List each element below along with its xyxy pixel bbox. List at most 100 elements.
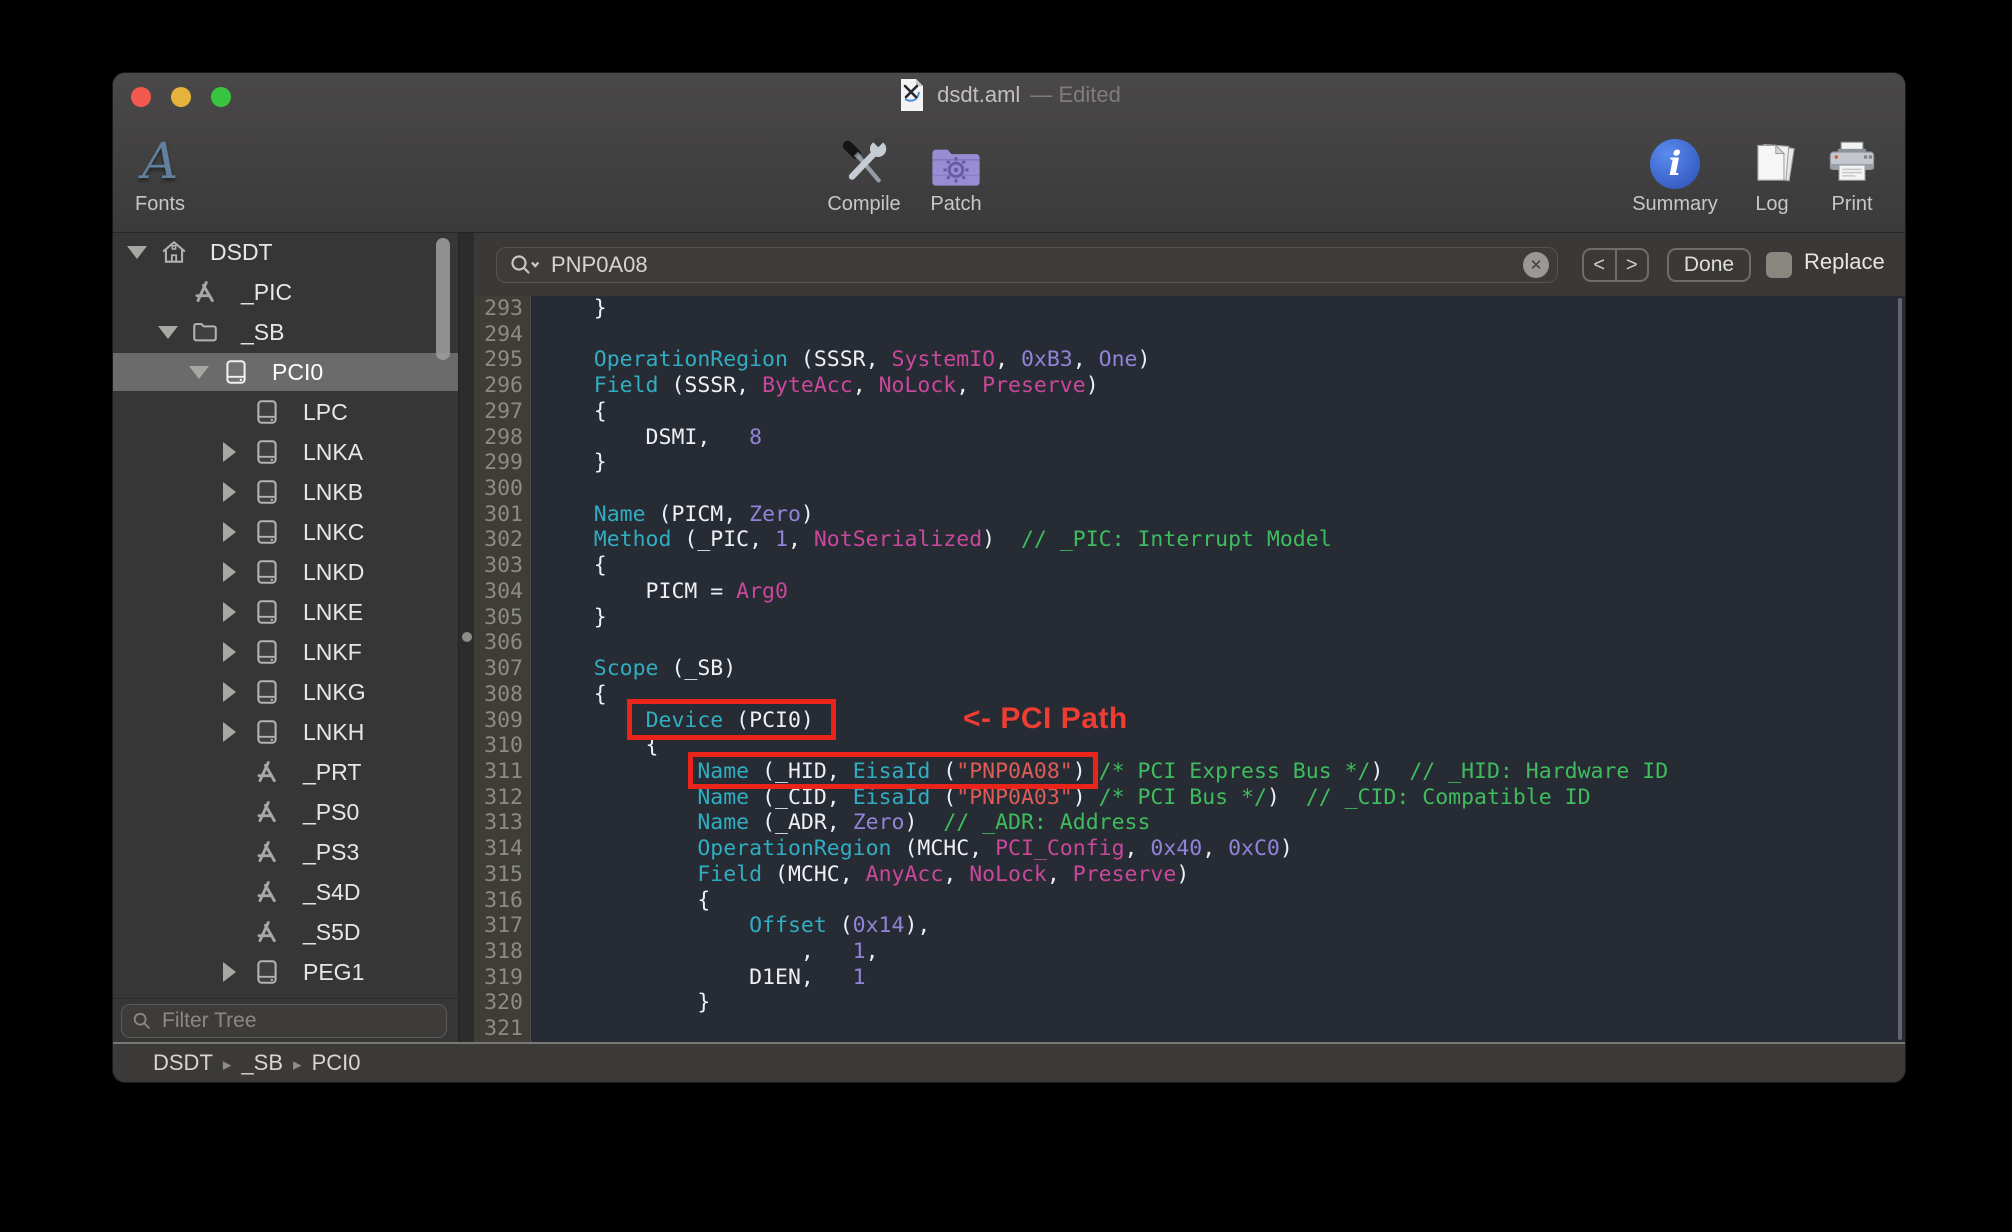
search-input[interactable]	[549, 251, 1523, 279]
code-line[interactable]: Name (_ADR, Zero) // _ADR: Address	[542, 810, 1905, 836]
sidebar-item-label: LNKG	[303, 673, 366, 711]
sidebar-item-lnkg[interactable]: LNKG	[113, 673, 458, 711]
code-line[interactable]: DSMI, 8	[542, 425, 1905, 451]
sidebar-item-pci0[interactable]: PCI0	[113, 353, 458, 391]
sidebar-item-pic[interactable]: _PIC	[113, 273, 458, 311]
code-line[interactable]: {	[542, 553, 1905, 579]
code-line[interactable]: Name (PICM, Zero)	[542, 502, 1905, 528]
disclosure-closed-triangle-icon[interactable]	[223, 962, 236, 982]
code-line[interactable]: }	[542, 990, 1905, 1016]
search-icon	[509, 253, 541, 277]
disclosure-closed-triangle-icon[interactable]	[223, 442, 236, 462]
sidebar-item-s5d[interactable]: _S5D	[113, 913, 458, 951]
sidebar-item-ps3[interactable]: _PS3	[113, 833, 458, 871]
code-line[interactable]: , 1,	[542, 939, 1905, 965]
filter-area	[113, 998, 458, 1043]
code-line[interactable]	[542, 1016, 1905, 1042]
code-line[interactable]: D1EN, 1	[542, 965, 1905, 991]
breadcrumb-item-sb[interactable]: _SB	[241, 1050, 283, 1075]
code-line[interactable]: Field (MCHC, AnyAcc, NoLock, Preserve)	[542, 862, 1905, 888]
line-number: 298	[474, 425, 530, 451]
disclosure-closed-triangle-icon[interactable]	[223, 602, 236, 622]
code-editor[interactable]: 2932942952962972982993003013023033043053…	[474, 296, 1905, 1042]
code-line[interactable]	[542, 630, 1905, 656]
sidebar-item-lpc[interactable]: LPC	[113, 393, 458, 431]
disclosure-open-triangle-icon[interactable]	[158, 326, 178, 339]
code-line[interactable]: Method (_PIC, 1, NotSerialized) // _PIC:…	[542, 527, 1905, 553]
code-line[interactable]	[542, 322, 1905, 348]
summary-button[interactable]: i Summary	[1620, 121, 1730, 216]
breadcrumb-item-dsdt[interactable]: DSDT	[153, 1050, 213, 1075]
disclosure-closed-triangle-icon[interactable]	[223, 522, 236, 542]
line-number: 303	[474, 553, 530, 579]
fonts-button[interactable]: A Fonts	[115, 121, 205, 216]
disclosure-closed-triangle-icon[interactable]	[223, 722, 236, 742]
method-icon	[253, 758, 281, 786]
line-number: 293	[474, 296, 530, 322]
fonts-label: Fonts	[115, 193, 205, 216]
line-number: 319	[474, 965, 530, 991]
compile-icon	[809, 121, 919, 189]
code-line[interactable]: }	[542, 450, 1905, 476]
print-button[interactable]: Print	[1807, 121, 1897, 216]
replace-checkbox[interactable]	[1766, 252, 1792, 278]
find-next-button[interactable]: >	[1617, 250, 1648, 280]
disclosure-open-triangle-icon[interactable]	[127, 246, 147, 259]
compile-button[interactable]: Compile	[809, 121, 919, 216]
sidebar-item-sb[interactable]: _SB	[113, 313, 458, 351]
disclosure-closed-triangle-icon[interactable]	[223, 562, 236, 582]
sidebar-item-lnkb[interactable]: LNKB	[113, 473, 458, 511]
code-line[interactable]	[542, 476, 1905, 502]
sidebar-item-prt[interactable]: _PRT	[113, 753, 458, 791]
device-icon	[222, 358, 250, 386]
sidebar-item-lnkd[interactable]: LNKD	[113, 553, 458, 591]
line-number: 321	[474, 1016, 530, 1042]
breadcrumb-item-pci0[interactable]: PCI0	[312, 1050, 361, 1075]
method-icon	[253, 918, 281, 946]
sidebar-item-lnka[interactable]: LNKA	[113, 433, 458, 471]
search-clear-button[interactable]: ✕	[1523, 252, 1549, 278]
sidebar-item-s4d[interactable]: _S4D	[113, 873, 458, 911]
sidebar-item-lnke[interactable]: LNKE	[113, 593, 458, 631]
disclosure-closed-triangle-icon[interactable]	[223, 682, 236, 702]
sidebar-item-label: _PRT	[303, 753, 361, 791]
filter-tree-field[interactable]	[121, 1004, 447, 1038]
search-field[interactable]: ✕	[496, 247, 1558, 283]
disclosure-open-triangle-icon[interactable]	[189, 366, 209, 379]
sidebar-item-peg1[interactable]: PEG1	[113, 953, 458, 991]
patch-button[interactable]: Patch	[906, 121, 1006, 216]
code-line[interactable]: {	[542, 399, 1905, 425]
sidebar-item-label: LNKF	[303, 633, 362, 671]
sidebar-item-lnkf[interactable]: LNKF	[113, 633, 458, 671]
code-line[interactable]: PICM = Arg0	[542, 579, 1905, 605]
sidebar-item-lnkc[interactable]: LNKC	[113, 513, 458, 551]
splitter-handle-icon[interactable]	[462, 632, 472, 642]
device-icon	[253, 598, 281, 626]
disclosure-closed-triangle-icon[interactable]	[223, 642, 236, 662]
sidebar-item-lnkh[interactable]: LNKH	[113, 713, 458, 751]
code-line[interactable]: Field (SSSR, ByteAcc, NoLock, Preserve)	[542, 373, 1905, 399]
line-number: 320	[474, 990, 530, 1016]
code-line[interactable]: }	[542, 605, 1905, 631]
sidebar-item-label: LPC	[303, 393, 348, 431]
sidebar-item-ps0[interactable]: _PS0	[113, 793, 458, 831]
code-line[interactable]: Offset (0x14),	[542, 913, 1905, 939]
filter-tree-input[interactable]	[160, 1008, 434, 1034]
code-line[interactable]: {	[542, 888, 1905, 914]
sidebar-item-dsdt[interactable]: DSDT	[113, 233, 458, 271]
compile-label: Compile	[809, 193, 919, 216]
window-title: dsdt.aml	[937, 82, 1020, 108]
code-line[interactable]: Scope (_SB)	[542, 656, 1905, 682]
code-line[interactable]: OperationRegion (SSSR, SystemIO, 0xB3, O…	[542, 347, 1905, 373]
code-line[interactable]: OperationRegion (MCHC, PCI_Config, 0x40,…	[542, 836, 1905, 862]
log-button[interactable]: Log	[1727, 121, 1817, 216]
code-line[interactable]: }	[542, 296, 1905, 322]
find-previous-button[interactable]: <	[1584, 250, 1617, 280]
folder-icon	[191, 318, 219, 346]
sidebar-scrollbar[interactable]	[436, 238, 450, 360]
line-number: 294	[474, 322, 530, 348]
disclosure-closed-triangle-icon[interactable]	[223, 482, 236, 502]
filter-search-icon	[132, 1011, 152, 1031]
editor-scrollbar[interactable]	[1898, 298, 1902, 1040]
done-button[interactable]: Done	[1667, 248, 1751, 282]
